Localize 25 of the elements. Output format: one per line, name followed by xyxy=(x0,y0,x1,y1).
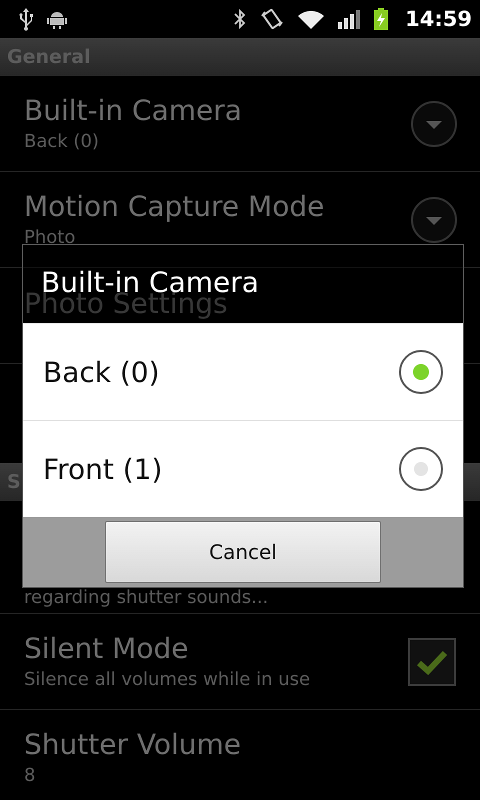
preference-title[interactable]: Silent Mode xyxy=(24,630,408,666)
option-label: Back (0) xyxy=(43,356,161,388)
cancel-button[interactable]: Cancel xyxy=(105,521,381,583)
clock: 14:59 xyxy=(405,7,472,31)
preference-summary: regarding shutter sounds... xyxy=(24,586,270,610)
vibrate-icon xyxy=(259,7,286,31)
preference-summary: Silence all volumes while in use xyxy=(24,668,312,692)
preference-title[interactable]: Built-in Camera xyxy=(24,92,410,128)
radio-button[interactable] xyxy=(399,447,443,491)
battery-charging-icon xyxy=(373,7,390,31)
preference-summary: Back (0) xyxy=(24,130,100,154)
bluetooth-icon xyxy=(233,8,248,30)
preference-title[interactable]: Shutter Volume xyxy=(24,726,456,762)
wifi-icon xyxy=(297,8,326,30)
option-item[interactable]: Back (0) xyxy=(23,323,463,420)
signal-icon xyxy=(337,8,362,30)
preference-summary: Photo xyxy=(24,226,76,250)
preference-summary: 8 xyxy=(24,764,36,788)
dropdown-icon[interactable] xyxy=(410,100,458,148)
dropdown-icon[interactable] xyxy=(410,196,458,244)
radio-button[interactable] xyxy=(399,350,443,394)
usb-icon xyxy=(18,7,34,31)
option-item[interactable]: Front (1) xyxy=(23,420,463,517)
checkbox[interactable] xyxy=(408,638,456,686)
preference-title[interactable]: Motion Capture Mode xyxy=(24,188,410,224)
